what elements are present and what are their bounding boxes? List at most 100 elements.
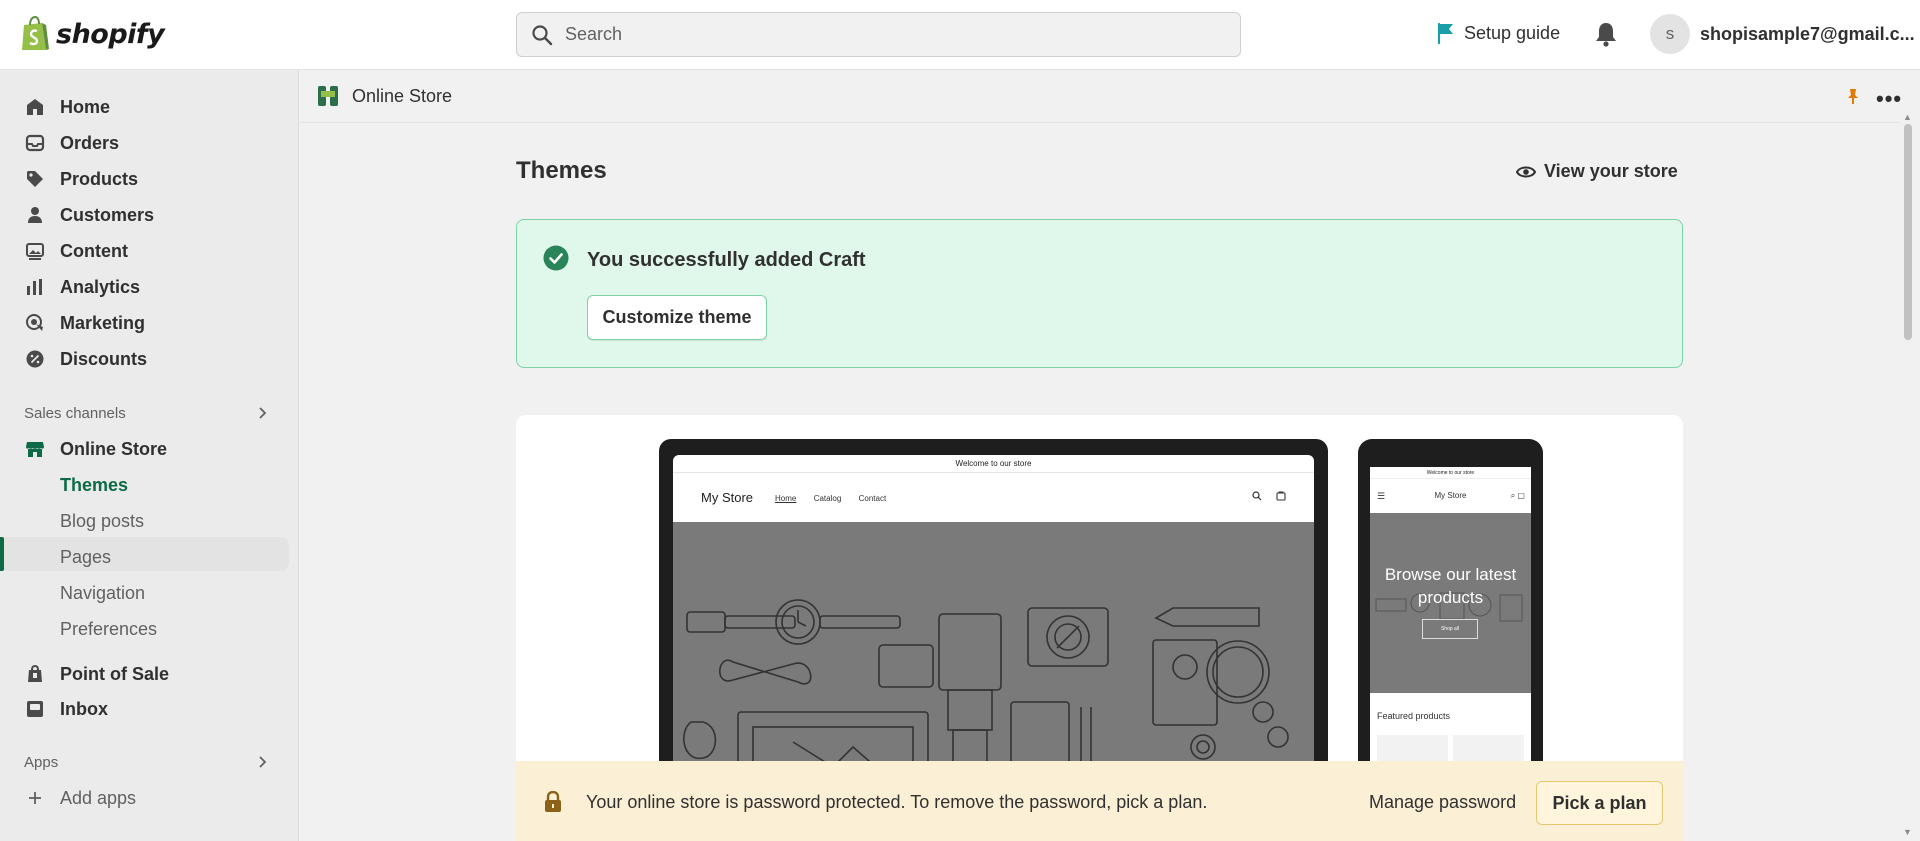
target-icon [24,312,46,334]
sales-channels-heading: Sales channels [24,405,126,422]
sidebar-item-label: Analytics [60,276,141,297]
preview-nav: Home Catalog Contact [775,490,900,504]
preview-announcement: Welcome to our store [673,455,1314,473]
eye-icon [1516,166,1536,177]
avatar: s [1650,14,1690,54]
notifications-bell-icon[interactable] [1593,20,1619,48]
sidebar: Home Orders Products Customers Content A… [0,70,299,841]
view-store-link[interactable]: View your store [1516,161,1678,182]
app-header: Online Store ••• [300,70,1902,123]
sidebar-item-label: Inbox [60,698,108,719]
sidebar-item-label: Customers [60,204,155,225]
chat-inbox-icon [24,698,46,720]
apps-heading: Apps [24,754,59,771]
search-input[interactable] [565,24,1205,45]
active-item-highlight [0,537,289,571]
sidebar-item-blog-posts[interactable]: Blog posts [60,506,144,536]
pin-icon[interactable] [1844,87,1862,105]
chevron-right-icon[interactable] [256,755,270,769]
sidebar-item-discounts[interactable]: Discounts [24,344,147,374]
setup-guide-link[interactable]: Setup guide [1436,22,1560,44]
sidebar-item-content[interactable]: Content [24,236,128,266]
active-item-indicator [0,537,4,571]
plus-icon [24,787,46,809]
sidebar-item-inbox[interactable]: Inbox [24,694,108,724]
account-email: shopisample7@gmail.c... [1700,23,1915,44]
pick-a-plan-button[interactable]: Pick a plan [1536,781,1663,825]
phone-shop-all-button: Shop all [1422,619,1478,639]
brand-name: shopify [56,18,165,50]
phone-store-name: My Store [1434,491,1467,500]
account-menu[interactable]: s shopisample7@gmail.c... [1650,14,1915,54]
phone-hero-title: Browse our latest products [1384,565,1517,607]
phone-hero: Browse our latest products Shop all [1370,513,1531,693]
scroll-down-arrow[interactable]: ▼ [1903,827,1912,837]
add-apps-label: Add apps [60,787,137,808]
sidebar-item-navigation[interactable]: Navigation [60,578,145,608]
success-message: You successfully added Craft [587,249,866,271]
manage-password-link[interactable]: Manage password [1369,792,1516,813]
sidebar-item-point-of-sale[interactable]: Point of Sale [24,659,169,689]
view-store-label: View your store [1544,161,1678,181]
discount-icon [24,348,46,370]
app-title-label: Online Store [352,85,453,106]
password-protection-banner: Your online store is password protected.… [516,761,1683,841]
sidebar-item-label: Marketing [60,312,146,333]
sidebar-item-label: Products [60,168,139,189]
sidebar-item-marketing[interactable]: Marketing [24,308,145,338]
success-banner: You successfully added Craft Customize t… [516,219,1683,368]
lock-icon [545,791,561,812]
flag-icon [1437,22,1453,44]
scroll-up-arrow[interactable]: ▲ [1903,112,1912,122]
sidebar-item-preferences[interactable]: Preferences [60,614,157,644]
online-store-app-icon [318,86,338,106]
bar-chart-icon [24,276,46,298]
phone-announcement: Welcome to our store [1370,467,1531,479]
sidebar-item-orders[interactable]: Orders [24,128,119,158]
sidebar-item-label: Point of Sale [60,663,170,684]
sidebar-item-label: Home [60,96,111,117]
setup-guide-label: Setup guide [1464,22,1561,43]
sidebar-item-label: Discounts [60,348,148,369]
sidebar-item-home[interactable]: Home [24,92,110,122]
sidebar-item-analytics[interactable]: Analytics [24,272,140,302]
page-title: Themes [516,157,607,184]
preview-nav-contact: Contact [858,494,887,503]
person-icon [24,204,46,226]
hamburger-icon: ☰ [1377,491,1386,501]
search-icon [532,24,553,45]
top-bar: shopify Setup guide s shopisample7@gmail… [0,0,1920,70]
sidebar-item-products[interactable]: Products [24,164,138,194]
more-actions-icon[interactable]: ••• [1876,86,1902,112]
preview-store-header: My Store Home Catalog Contact [673,473,1314,521]
checkmark-circle-icon [543,245,569,271]
sidebar-item-online-store[interactable]: Online Store [24,434,167,464]
pos-bag-icon [24,663,46,685]
password-message: Your online store is password protected.… [586,792,1208,812]
shopify-bag-icon [22,16,49,50]
storefront-icon [24,438,46,460]
add-apps-button[interactable]: Add apps [24,783,136,813]
inbox-tray-icon [24,132,46,154]
preview-store-name: My Store [701,489,754,505]
search-bar[interactable] [516,12,1241,57]
scrollbar-thumb[interactable] [1904,124,1912,340]
search-icon [1252,491,1262,501]
sidebar-item-label: Orders [60,132,120,153]
tag-icon [24,168,46,190]
sidebar-item-themes[interactable]: Themes [60,470,128,500]
customize-theme-button[interactable]: Customize theme [587,295,767,340]
sidebar-item-customers[interactable]: Customers [24,200,154,230]
home-icon [24,96,46,118]
image-icon [24,240,46,262]
phone-header-icons: ⌕ ▢ [1510,491,1525,500]
sidebar-item-label: Content [60,240,128,261]
app-title: Online Store [316,84,452,108]
phone-header: ☰ My Store ⌕ ▢ [1370,479,1531,513]
shopify-logo[interactable]: shopify [20,16,165,52]
sidebar-item-pages[interactable]: Pages [60,542,111,572]
sidebar-item-label: Online Store [60,438,168,459]
preview-nav-catalog: Catalog [813,494,842,503]
preview-nav-home: Home [775,494,797,503]
chevron-right-icon[interactable] [256,406,270,420]
